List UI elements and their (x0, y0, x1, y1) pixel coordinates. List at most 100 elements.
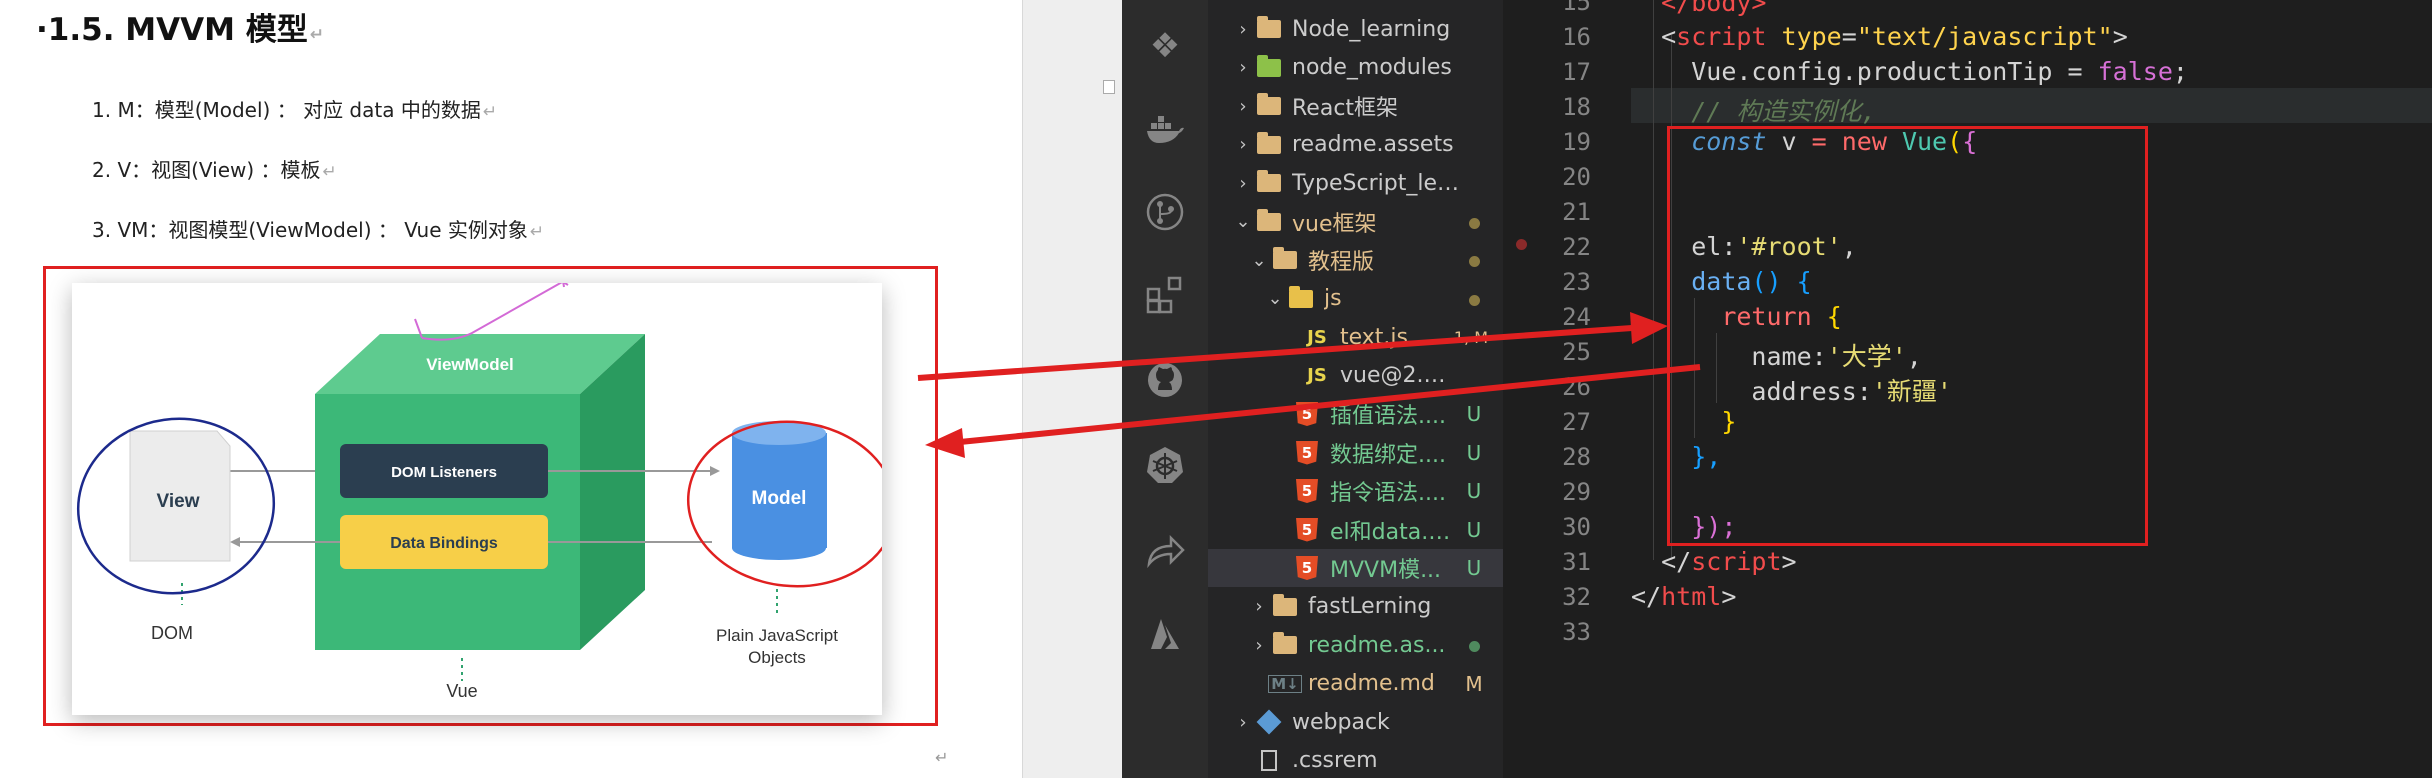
git-status-badge (1459, 633, 1489, 657)
tree-item[interactable]: ⌄ 教程版 (1208, 241, 1503, 279)
tree-item[interactable]: 5 指令语法.... U (1208, 472, 1503, 510)
github-icon[interactable] (1122, 350, 1208, 410)
code-token: ; (2172, 57, 2188, 86)
chevron-down-icon[interactable]: ⌄ (1232, 211, 1254, 232)
git-status-badge: U (1466, 556, 1482, 580)
source-control-glyph (1146, 193, 1184, 231)
chevron-right-icon[interactable]: › (1232, 712, 1254, 733)
breakpoint-dot-icon[interactable] (1516, 239, 1527, 250)
kubernetes-icon[interactable] (1122, 435, 1208, 495)
tree-item[interactable]: 5 MVVM模... U (1208, 549, 1503, 587)
tree-item[interactable]: › webpack (1208, 703, 1503, 741)
tree-item[interactable]: 5 数据绑定.... U (1208, 434, 1503, 472)
tree-item[interactable]: JS text.js 1, M (1208, 318, 1503, 356)
github-glyph (1148, 363, 1182, 397)
tree-item[interactable]: › node_modules (1208, 49, 1503, 87)
line-number: 21 (1562, 198, 1591, 226)
tree-item-label: 教程版 (1308, 250, 1375, 275)
tree-item-label: text.js (1340, 324, 1408, 350)
line-number: 16 (1562, 23, 1591, 51)
tree-item[interactable]: JS vue@2.6.14.js (1208, 357, 1503, 395)
line-number: 28 (1562, 443, 1591, 471)
chevron-down-icon[interactable]: ⌄ (1248, 250, 1270, 271)
vue-caption: Vue (446, 681, 477, 701)
icon-glyph: JS (1307, 326, 1327, 348)
folder-icon (1254, 170, 1284, 195)
status-dot-icon (1468, 217, 1480, 229)
arrow-head (230, 537, 240, 547)
chevron-right-icon[interactable]: › (1232, 19, 1254, 40)
dom-caption: DOM (151, 623, 193, 643)
tree-item-label: 指令语法.... (1330, 481, 1446, 506)
chevron-right-icon[interactable]: › (1232, 134, 1254, 155)
icon-glyph (1289, 285, 1313, 308)
line-number: 33 (1562, 618, 1591, 646)
icon-glyph: 5 (1296, 402, 1318, 426)
tree-item[interactable]: M↓ readme.md M (1208, 665, 1503, 703)
line-number: 19 (1562, 128, 1591, 156)
chevron-right-icon[interactable]: › (1248, 596, 1270, 617)
tree-item[interactable]: ⌄ vue框架 (1208, 203, 1503, 241)
git-status-badge: M (1465, 671, 1483, 696)
line-number: 15 (1562, 0, 1591, 16)
git-status-badge (1459, 210, 1489, 234)
tree-item[interactable]: › readme.as... (1208, 626, 1503, 664)
icon-glyph (1257, 208, 1281, 231)
live-share-icon[interactable] (1122, 520, 1208, 580)
live-share-glyph (1147, 534, 1185, 569)
tree-item[interactable]: 5 插值语法.... U (1208, 395, 1503, 433)
chevron-right-icon[interactable]: › (1232, 96, 1254, 117)
arrow-head (710, 466, 720, 476)
webpack-folder-icon (1254, 709, 1284, 735)
tree-item[interactable]: › TypeScript_learning (1208, 164, 1503, 202)
azure-icon[interactable] (1122, 605, 1208, 665)
tree-item[interactable]: › readme.assets (1208, 126, 1503, 164)
icon-glyph: 5 (1296, 556, 1318, 580)
tree-item[interactable]: › fastLerning (1208, 588, 1503, 626)
file-icon (1254, 749, 1284, 773)
extensions-icon[interactable] (1122, 265, 1208, 325)
line-number: 29 (1562, 478, 1591, 506)
icon-glyph (1273, 247, 1297, 269)
tree-item-label: React框架 (1292, 96, 1399, 121)
dom-listeners-label: DOM Listeners (391, 464, 497, 481)
code-token: script (1691, 547, 1782, 576)
tree-item-label: readme.assets (1292, 132, 1454, 157)
docker-icon[interactable] (1122, 100, 1208, 160)
pen-stroke-annotation (421, 280, 565, 341)
chevron-right-icon[interactable]: › (1248, 635, 1270, 656)
html-file-icon: 5 (1292, 440, 1322, 465)
icon-glyph: 5 (1296, 440, 1318, 465)
tree-item-label: js (1324, 286, 1342, 311)
document-page: ·1.5. MVVM 模型 ↵ 1. M：模型(Model) ： 对应 data … (0, 0, 1022, 778)
line-number: 32 (1562, 583, 1591, 611)
tree-item-label: fastLerning (1308, 594, 1432, 619)
tree-item[interactable]: › React框架 (1208, 87, 1503, 125)
code-token: type (1781, 22, 1842, 51)
tree-item-label: vue框架 (1292, 211, 1377, 237)
tree-item[interactable]: 5 el和data.h... U (1208, 511, 1503, 549)
page-marker (1103, 80, 1115, 94)
tree-item[interactable]: .cssrem (1208, 742, 1503, 778)
tree-item-label: MVVM模... (1330, 558, 1442, 583)
code-editor[interactable]: 15 16 17 18 19 20 21 22 23 24 25 26 27 28 29 30 31 32 33 <… (1503, 0, 2432, 778)
chevron-down-icon[interactable]: ⌄ (1264, 288, 1286, 309)
extensions-view-icon[interactable]: ❖ (1122, 16, 1208, 76)
code-token: Vue.config.productionTip (1691, 57, 2053, 86)
source-control-icon[interactable] (1122, 182, 1208, 242)
code-token: script (1676, 22, 1767, 51)
icon-glyph: 5 (1296, 479, 1318, 503)
list-item-text: 3. VM：视图模型(ViewModel) ： Vue 实例对象 (92, 218, 528, 242)
tree-item[interactable]: › Node_learning (1208, 10, 1503, 48)
chevron-right-icon[interactable]: › (1232, 173, 1254, 194)
folder-icon (1254, 208, 1284, 234)
list-item-viewmodel: 3. VM：视图模型(ViewModel) ： Vue 实例对象 ↵ (92, 214, 544, 243)
chevron-right-icon[interactable]: › (1232, 57, 1254, 78)
icon-glyph: JS (1307, 365, 1327, 386)
code-line-16: <script type="text/javascript"> (1631, 22, 2128, 51)
status-dot-icon (1468, 294, 1480, 306)
tree-item-label: readme.md (1308, 671, 1435, 696)
model-label: Model (752, 488, 807, 509)
tree-item[interactable]: ⌄ js (1208, 280, 1503, 318)
line-number: 25 (1562, 338, 1591, 366)
